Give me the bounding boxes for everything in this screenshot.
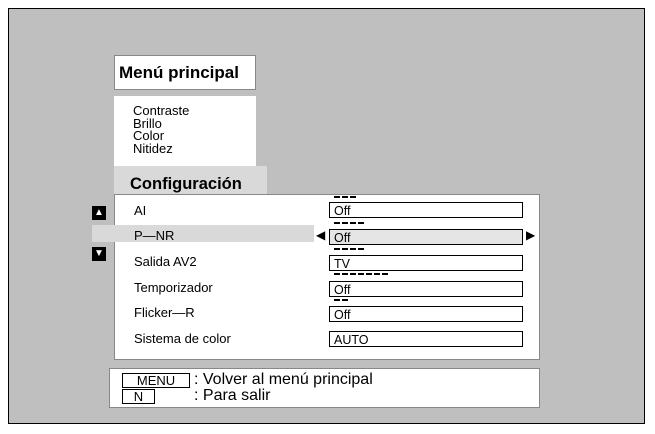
setting-label[interactable]: Salida AV2: [134, 252, 197, 272]
level-tick: [350, 196, 356, 198]
level-tick: [334, 299, 340, 301]
menu-title: Menú principal: [114, 55, 256, 90]
setting-value-field[interactable]: Off: [329, 229, 523, 245]
n-key-description: : Para salir: [194, 387, 271, 404]
setting-label[interactable]: AI: [134, 201, 146, 221]
setting-label[interactable]: Flicker—R: [134, 303, 195, 323]
level-tick: [342, 273, 348, 275]
level-tick: [350, 248, 356, 250]
triangle-down-icon[interactable]: ▼: [92, 247, 106, 261]
level-tick: [334, 273, 340, 275]
level-tick: [342, 299, 348, 301]
level-tick: [350, 273, 356, 275]
level-tick: [358, 248, 364, 250]
arrow-left-icon[interactable]: ◀: [316, 228, 325, 242]
level-tick: [334, 222, 340, 224]
setting-label[interactable]: Temporizador: [134, 278, 213, 298]
level-tick: [350, 222, 356, 224]
selected-row-highlight: [92, 225, 314, 242]
value-level-ticks: [334, 248, 364, 251]
arrow-right-icon[interactable]: ▶: [526, 228, 535, 242]
n-key: N: [122, 389, 155, 404]
level-tick: [358, 273, 364, 275]
level-tick: [342, 222, 348, 224]
setting-value-field[interactable]: AUTO: [329, 331, 523, 347]
setting-label[interactable]: P—NR: [134, 226, 174, 246]
level-tick: [366, 273, 372, 275]
setting-value-field[interactable]: Off: [329, 306, 523, 322]
level-tick: [334, 196, 340, 198]
setting-value-field[interactable]: Off: [329, 281, 523, 297]
level-tick: [382, 273, 388, 275]
triangle-up-icon[interactable]: ▲: [92, 206, 106, 220]
level-tick: [374, 273, 380, 275]
setting-value-field[interactable]: TV: [329, 255, 523, 271]
value-level-ticks: [334, 299, 348, 302]
menu-item-nitidez[interactable]: Nitidez: [133, 142, 256, 155]
menu-key-description: : Volver al menú principal: [194, 371, 373, 388]
setting-value-field[interactable]: Off: [329, 202, 523, 218]
level-tick: [334, 248, 340, 250]
menu-item-color[interactable]: Color: [133, 129, 256, 142]
level-tick: [342, 196, 348, 198]
setting-label[interactable]: Sistema de color: [134, 329, 231, 349]
menu-item-contraste[interactable]: Contraste: [133, 104, 256, 117]
main-menu-list: Contraste Brillo Color Nitidez: [114, 96, 256, 166]
value-level-ticks: [334, 196, 356, 199]
value-level-ticks: [334, 273, 388, 276]
level-tick: [358, 222, 364, 224]
menu-key: MENU: [122, 373, 190, 388]
value-level-ticks: [334, 222, 364, 225]
section-title-configuracion: Configuración: [114, 166, 267, 196]
level-tick: [342, 248, 348, 250]
